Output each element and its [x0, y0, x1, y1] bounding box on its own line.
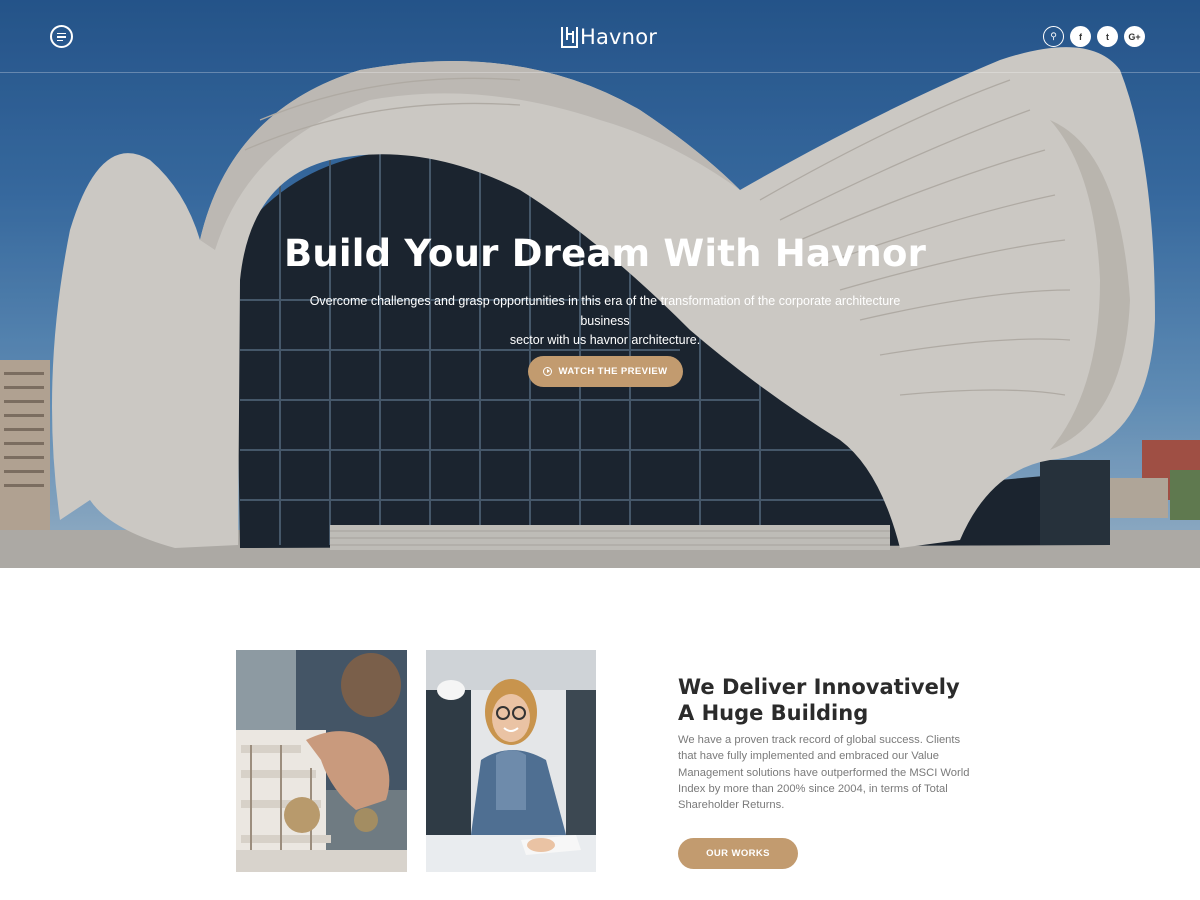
top-navigation-bar: Havnor ⚲ f t G+ [0, 0, 1200, 73]
architect-hands-image [236, 650, 407, 872]
hero-title: Build Your Dream With Havnor [283, 232, 927, 275]
watch-preview-button[interactable]: WATCH THE PREVIEW [528, 356, 683, 387]
brand-name: Havnor [580, 25, 658, 49]
brand-logo[interactable]: Havnor [561, 22, 657, 52]
hero-section: Havnor ⚲ f t G+ Build Your Dream With Ha… [0, 0, 1200, 568]
facebook-icon[interactable]: f [1070, 26, 1091, 47]
play-circle-icon [543, 367, 553, 376]
woman-at-desk-image [426, 650, 596, 872]
hero-overlay [0, 0, 1200, 568]
google-plus-icon[interactable]: G+ [1124, 26, 1145, 47]
hero-subtitle: Overcome challenges and grasp opportunit… [309, 294, 901, 347]
architecture-model-photo [236, 650, 407, 872]
our-works-button[interactable]: OUR WORKS [678, 838, 798, 869]
logo-mark-icon [561, 27, 578, 48]
about-description: We have a proven track record of global … [678, 734, 970, 812]
search-icon[interactable]: ⚲ [1043, 26, 1064, 47]
about-title: We Deliver Innovatively A Huge Building [678, 675, 960, 725]
smiling-woman-photo [426, 650, 596, 872]
hamburger-menu-icon[interactable] [50, 25, 73, 48]
twitter-icon[interactable]: t [1097, 26, 1118, 47]
